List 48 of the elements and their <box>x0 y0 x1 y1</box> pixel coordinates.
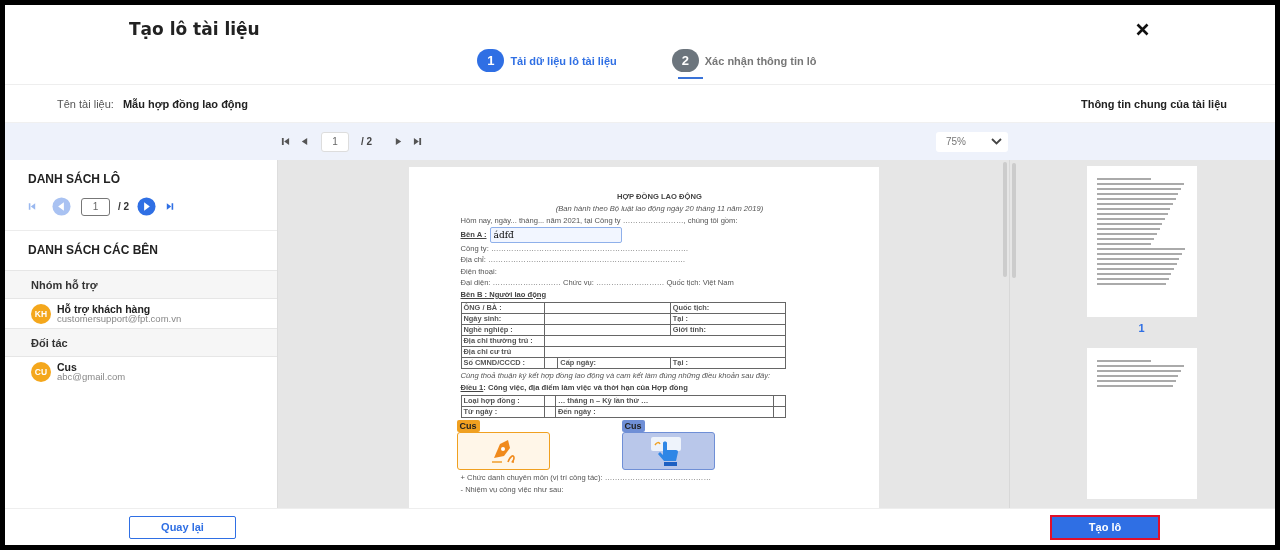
batch-page-field[interactable]: 1 <box>81 197 110 216</box>
chevron-down-icon <box>991 138 1002 145</box>
close-button[interactable] <box>1136 22 1149 36</box>
previous-page-icon[interactable] <box>300 137 309 146</box>
signer-tag: Cus <box>621 420 645 432</box>
page-thumbnail[interactable] <box>1086 166 1197 317</box>
back-button[interactable]: Quay lại <box>129 515 236 539</box>
last-page-icon[interactable] <box>413 137 423 146</box>
member-name: Cus <box>57 361 78 372</box>
general-info-link[interactable]: Thông tin chung của tài liệu <box>1080 97 1227 110</box>
text-input-field[interactable]: ádfđ <box>489 226 622 243</box>
parties-list-title: DANH SÁCH CÁC BÊN <box>27 241 159 259</box>
table-cell <box>773 395 785 407</box>
create-batch-button[interactable]: Tạo lô <box>1050 514 1160 540</box>
table-cell <box>544 357 558 369</box>
page-thumbnail[interactable] <box>1086 348 1197 499</box>
party-group-header: Đối tác <box>5 328 277 357</box>
page-number: 1 <box>1138 322 1145 334</box>
member-email: abc@gmail.com <box>57 371 126 382</box>
party-member[interactable]: KH Hỗ trợ khách hàng customersupport@fpt.com.vn <box>5 299 277 328</box>
step-indicator <box>677 77 703 79</box>
table-cell <box>773 406 785 418</box>
first-page-icon[interactable] <box>281 137 290 146</box>
document-name-label: Tên tài liệu: <box>57 97 114 110</box>
avatar: CU <box>31 361 51 382</box>
step-number[interactable]: 1 <box>477 49 505 72</box>
page-total: / 2 <box>361 136 373 147</box>
signature-field[interactable] <box>621 432 715 470</box>
dialog-title: Tạo lô tài liệu <box>129 19 260 39</box>
signature-field[interactable] <box>456 432 550 470</box>
party-group-header: Nhóm hỗ trợ <box>5 270 277 299</box>
table-cell <box>544 406 556 418</box>
avatar: KH <box>31 303 51 324</box>
member-name: Hỗ trợ khách hàng <box>57 303 151 314</box>
signer-tag: Cus <box>456 420 480 432</box>
step-label[interactable]: Xác nhận thông tin lô <box>704 54 817 67</box>
document-name: Mẫu hợp đồng lao động <box>122 97 248 110</box>
zoom-select[interactable]: 75% <box>936 131 1008 152</box>
step-number[interactable]: 2 <box>671 49 699 72</box>
page-number-field[interactable]: 1 <box>321 131 349 152</box>
last-page-icon[interactable] <box>166 202 175 211</box>
batch-list-title: DANH SÁCH LÔ <box>28 172 121 186</box>
next-batch-icon[interactable] <box>137 197 157 216</box>
batch-page-total: / 2 <box>118 201 130 212</box>
step-label[interactable]: Tải dữ liệu lô tài liệu <box>510 54 617 67</box>
close-icon <box>1136 22 1149 36</box>
table-cell <box>544 395 556 407</box>
next-page-icon[interactable] <box>394 137 404 146</box>
